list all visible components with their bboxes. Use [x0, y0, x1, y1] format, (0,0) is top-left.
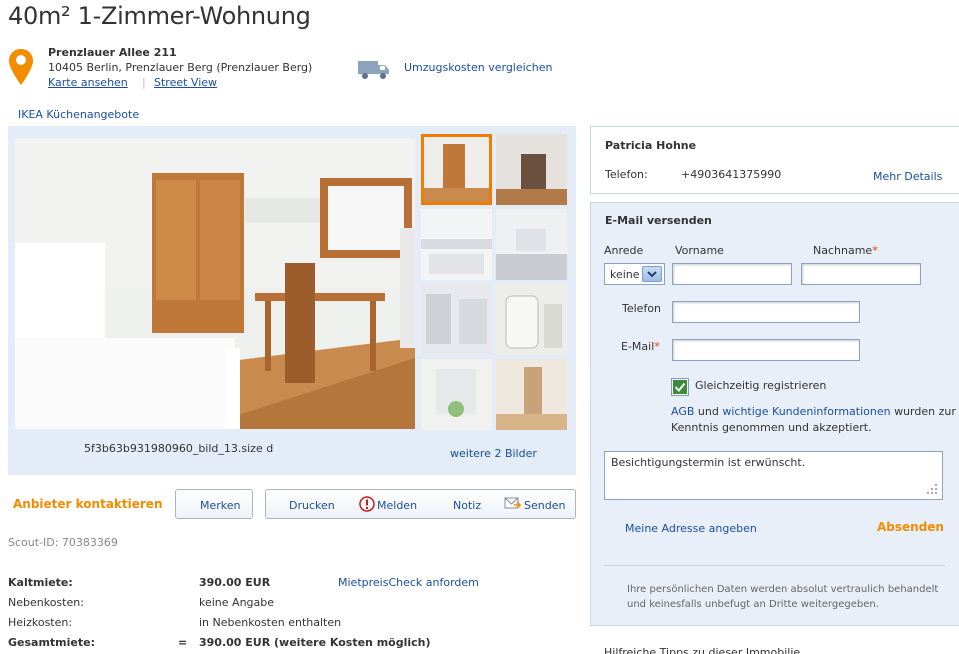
truck-icon — [358, 61, 389, 79]
email-input[interactable] — [672, 339, 860, 361]
location-pin-icon — [9, 49, 33, 85]
total-equals-sign: = — [178, 636, 188, 649]
terms-notice: AGB und wichtige Kundeninformationen wur… — [671, 405, 956, 434]
phone-label: Telefon: — [605, 168, 648, 181]
link-separator: | — [142, 76, 146, 89]
register-checkbox[interactable] — [671, 378, 689, 396]
submit-button[interactable]: Absenden — [877, 520, 944, 534]
more-details-link[interactable]: Mehr Details — [873, 170, 942, 183]
utility-costs-label: Nebenkosten: — [8, 596, 84, 609]
register-label: Gleichzeitig registrieren — [695, 379, 827, 392]
email-form-title: E-Mail versenden — [605, 214, 712, 227]
page-title: 40m² 1-Zimmer-Wohnung — [8, 2, 311, 30]
thumbnail-3[interactable] — [421, 209, 492, 280]
ikea-kitchen-link[interactable]: IKEA Küchenangebote — [18, 108, 139, 121]
phone-field-label: Telefon — [622, 302, 662, 315]
send-button[interactable]: Senden — [524, 499, 565, 512]
street-view-link[interactable]: Street View — [154, 76, 217, 89]
note-button[interactable]: Notiz — [453, 499, 481, 512]
message-textarea[interactable]: Besichtigungstermin ist erwünscht. — [604, 451, 943, 500]
rent-check-link[interactable]: MietpreisCheck anfordem — [338, 576, 479, 589]
first-name-input[interactable] — [672, 263, 792, 285]
heating-costs-value: in Nebenkosten enthalten — [199, 616, 342, 629]
thumbnail-4[interactable] — [496, 209, 567, 280]
agent-box: Patricia Hohne Telefon: +4903641375990 M… — [590, 126, 959, 194]
total-rent-value: 390.00 EUR (weitere Kosten möglich) — [199, 636, 431, 649]
merken-label: Merken — [200, 499, 241, 512]
required-mark: * — [654, 340, 660, 353]
photo-gallery: 5f3b63b931980960_bild_13.size d weitere … — [8, 126, 576, 475]
heating-costs-label: Heizkosten: — [8, 616, 73, 629]
checkmark-icon — [673, 380, 687, 394]
my-address-link[interactable]: Meine Adresse angeben — [625, 522, 757, 535]
phone-value: +4903641375990 — [681, 168, 782, 181]
email-field-label: E-Mail* — [621, 340, 660, 353]
tips-heading: Hilfreiche Tipps zu dieser Immobilie — [604, 646, 801, 654]
photo-caption: 5f3b63b931980960_bild_13.size d — [84, 442, 274, 455]
email-form: E-Mail versenden Anrede Vorname Nachname… — [590, 202, 959, 626]
salutation-value: keine — [610, 268, 640, 281]
print-button[interactable]: Drucken — [289, 499, 335, 512]
cold-rent-value: 390.00 EUR — [199, 576, 271, 589]
main-photo[interactable] — [15, 138, 415, 429]
thumbnail-5[interactable] — [421, 284, 492, 355]
send-mail-icon — [504, 497, 522, 509]
agent-name: Patricia Hohne — [605, 139, 697, 152]
salutation-label: Anrede — [604, 244, 644, 257]
thumbnail-1[interactable] — [421, 134, 492, 205]
contact-provider-button[interactable]: Anbieter kontaktieren — [13, 497, 163, 511]
customer-info-link[interactable]: wichtige Kundeninformationen — [722, 405, 890, 418]
address-street: Prenzlauer Allee 211 — [48, 46, 177, 59]
last-name-input[interactable] — [801, 263, 921, 285]
chevron-down-icon — [642, 266, 662, 282]
warning-icon — [359, 496, 375, 512]
more-pictures-link[interactable]: weitere 2 Bilder — [450, 447, 537, 460]
resize-grip-icon[interactable] — [926, 483, 938, 495]
salutation-select[interactable]: keine — [604, 263, 665, 285]
form-divider — [604, 565, 945, 566]
agb-link[interactable]: AGB — [671, 405, 694, 418]
scout-id: Scout-ID: 70383369 — [8, 536, 118, 549]
thumbnail-6[interactable] — [496, 284, 567, 355]
map-link[interactable]: Karte ansehen — [48, 76, 128, 89]
last-name-label: Nachname* — [813, 244, 878, 257]
address-city: 10405 Berlin, Prenzlauer Berg (Prenzlaue… — [48, 61, 313, 74]
required-mark: * — [872, 244, 878, 257]
thumbnail-7[interactable] — [421, 359, 492, 430]
first-name-label: Vorname — [675, 244, 724, 257]
moving-costs-link[interactable]: Umzugskosten vergleichen — [404, 61, 552, 74]
thumbnail-2[interactable] — [496, 134, 567, 205]
utility-costs-value: keine Angabe — [199, 596, 275, 609]
privacy-notice: Ihre persönlichen Daten werden absolut v… — [627, 584, 939, 610]
message-text: Besichtigungstermin ist erwünscht. — [611, 456, 806, 469]
cold-rent-label: Kaltmiete: — [8, 576, 73, 589]
action-toolbar: Drucken Melden Notiz Senden — [265, 489, 576, 519]
report-button[interactable]: Melden — [377, 499, 417, 512]
thumbnail-8[interactable] — [496, 359, 567, 430]
total-rent-label: Gesamtmiete: — [8, 636, 95, 649]
merken-button[interactable]: Merken — [175, 489, 253, 519]
phone-input[interactable] — [672, 301, 860, 323]
